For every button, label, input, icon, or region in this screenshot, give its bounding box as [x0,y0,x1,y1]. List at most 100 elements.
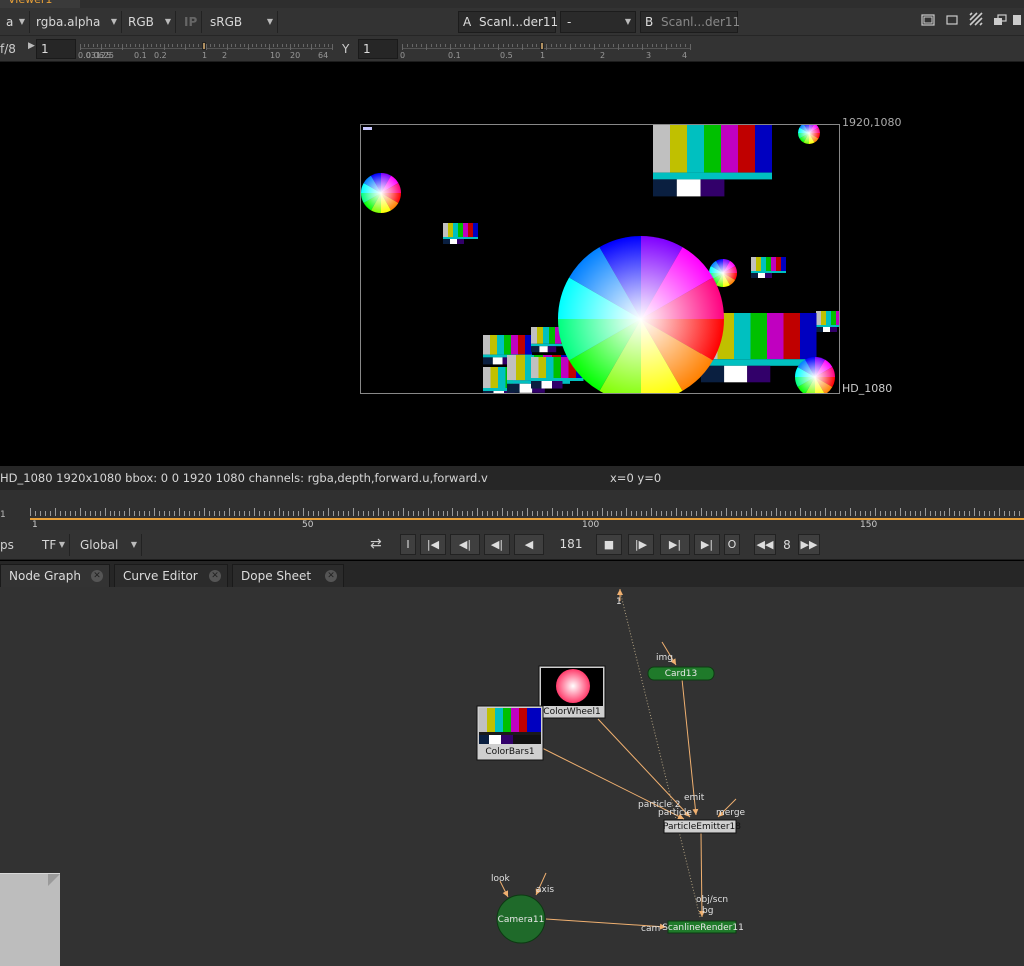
gamma-slider[interactable]: 0 0.1 0.5 1 2 3 4 [400,38,691,62]
last-frame-button[interactable]: ▶| [694,534,720,555]
timeline-tick [631,511,633,516]
step-back-increment-button[interactable]: ◀◀ [754,534,776,555]
slider-tick [493,44,495,47]
next-keyframe-button[interactable]: ▶| [660,534,690,555]
tab-node-graph[interactable]: Node Graph ✕ [0,564,110,587]
timeline-tick [189,511,191,516]
slider-tick [302,44,304,47]
wipe-icon[interactable] [990,12,1010,32]
slider-tick-label: 1 [540,51,546,60]
timeline-tick [154,508,156,516]
timeline-tick [969,511,971,516]
slider-handle[interactable] [202,42,206,50]
slider-tick [298,44,300,47]
slider-tick [88,44,90,47]
timeline-tick [149,511,151,516]
skip-to-end-icon: ▶| [700,538,714,551]
timeline-tick [313,511,315,516]
node-graph-canvas[interactable]: ColorWheel1 ColorBars1 Card13 ParticleEm… [0,587,1024,966]
safe-area-icon[interactable] [942,12,962,32]
timeline-tick [119,511,121,516]
slider-tick [332,44,333,50]
roi-icon[interactable] [918,12,938,32]
timeline-tick [288,511,290,516]
play-forward-button[interactable]: |▶ [628,534,654,555]
slider-tick [622,44,624,47]
node-camera-label: Camera11 [497,915,545,925]
gain-slider[interactable]: 0.03125 0.0625 0.1 0.2 1 2 10 20 64 [78,38,333,62]
slider-tick [546,44,547,50]
format-frame [360,124,840,394]
slider-tick [474,44,475,50]
timeline[interactable]: 1 1 50 100 150 [0,490,1024,530]
timeline-tick [810,511,812,516]
timeline-tick [213,511,215,516]
timeline-tick [467,511,469,516]
current-frame-field[interactable]: 181 [548,534,594,555]
first-frame-button[interactable]: |◀ [420,534,446,555]
tab-curve-editor[interactable]: Curve Editor ✕ [114,564,228,587]
timeline-tick [228,508,230,516]
time-format-dropdown[interactable]: TF ▼ [36,534,70,556]
timeline-tick [253,508,255,516]
gamma-input[interactable]: 1 [358,39,398,59]
slider-tick [406,44,408,47]
timeline-tick [129,508,131,516]
timeline-tick [1004,511,1006,516]
slider-tick [80,44,81,50]
step-back-icon: ◀| [490,538,504,551]
timeline-tick [1009,511,1011,516]
timeline-tick [869,511,871,516]
checkerboard-icon[interactable] [966,12,986,32]
close-icon[interactable]: ✕ [91,570,103,582]
channel-dropdown[interactable]: a ▼ [0,11,30,33]
backdrop-node[interactable] [0,873,60,966]
timeline-tick [318,511,320,516]
close-icon[interactable]: ✕ [325,570,337,582]
loop-mode-icon[interactable]: ⇄ [370,536,394,554]
timeline-tick [283,511,285,516]
set-in-point-button[interactable]: I [400,534,416,555]
play-triangle-icon[interactable]: ▶ [28,41,35,51]
timeline-tick [676,508,678,516]
slider-handle[interactable] [540,42,544,50]
input-b-selector[interactable]: B Scanl...der11 [640,11,740,33]
compare-mode-dropdown[interactable]: - ▼ [560,11,636,33]
input-a-selector[interactable]: A Scanl...der11 [458,11,558,33]
slider-tick [642,44,643,50]
slider-tick [430,44,432,47]
timeline-tick-label: 1 [32,520,38,530]
timeline-tick [616,511,618,516]
slider-tick-label: 0.5 [500,51,513,60]
chevron-down-icon: ▼ [18,17,25,26]
colorspace-dropdown[interactable]: RGB ▼ [122,11,176,33]
timeline-tick [740,511,742,516]
slider-tick [627,44,629,47]
pin-label-1: 1 [616,597,622,607]
frame-increment-field[interactable]: 8 [776,535,798,555]
slider-tick [574,44,576,47]
slider-tick [172,44,174,47]
ip-toggle[interactable]: IP [178,11,202,33]
gain-input[interactable]: 1 [36,39,76,59]
play-backward-button[interactable]: ◀ [514,534,544,555]
stop-button[interactable]: ■ [596,534,622,555]
close-icon[interactable]: ✕ [209,570,221,582]
tab-dope-sheet[interactable]: Dope Sheet ✕ [232,564,344,587]
timeline-tick [507,511,509,516]
previous-keyframe-button[interactable]: ◀| [450,534,480,555]
timeline-ruler[interactable]: 1 50 100 150 [30,508,1024,530]
slider-tick [155,44,157,47]
timeline-tick [159,511,161,516]
viewer-options-icon[interactable] [1010,12,1024,32]
timeline-tick [422,511,424,516]
alpha-channel-dropdown[interactable]: rgba.alpha ▼ [30,11,122,33]
viewer-lut-dropdown[interactable]: sRGB ▼ [204,11,278,33]
set-out-point-button[interactable]: O [724,534,740,555]
step-forward-increment-button[interactable]: ▶▶ [798,534,820,555]
previous-frame-button[interactable]: ◀| [484,534,510,555]
viewer-tab[interactable]: Viewer1 [0,0,80,8]
slider-tick [675,44,677,47]
range-mode-dropdown[interactable]: Global ▼ [74,534,142,556]
timeline-tick [1014,511,1016,516]
